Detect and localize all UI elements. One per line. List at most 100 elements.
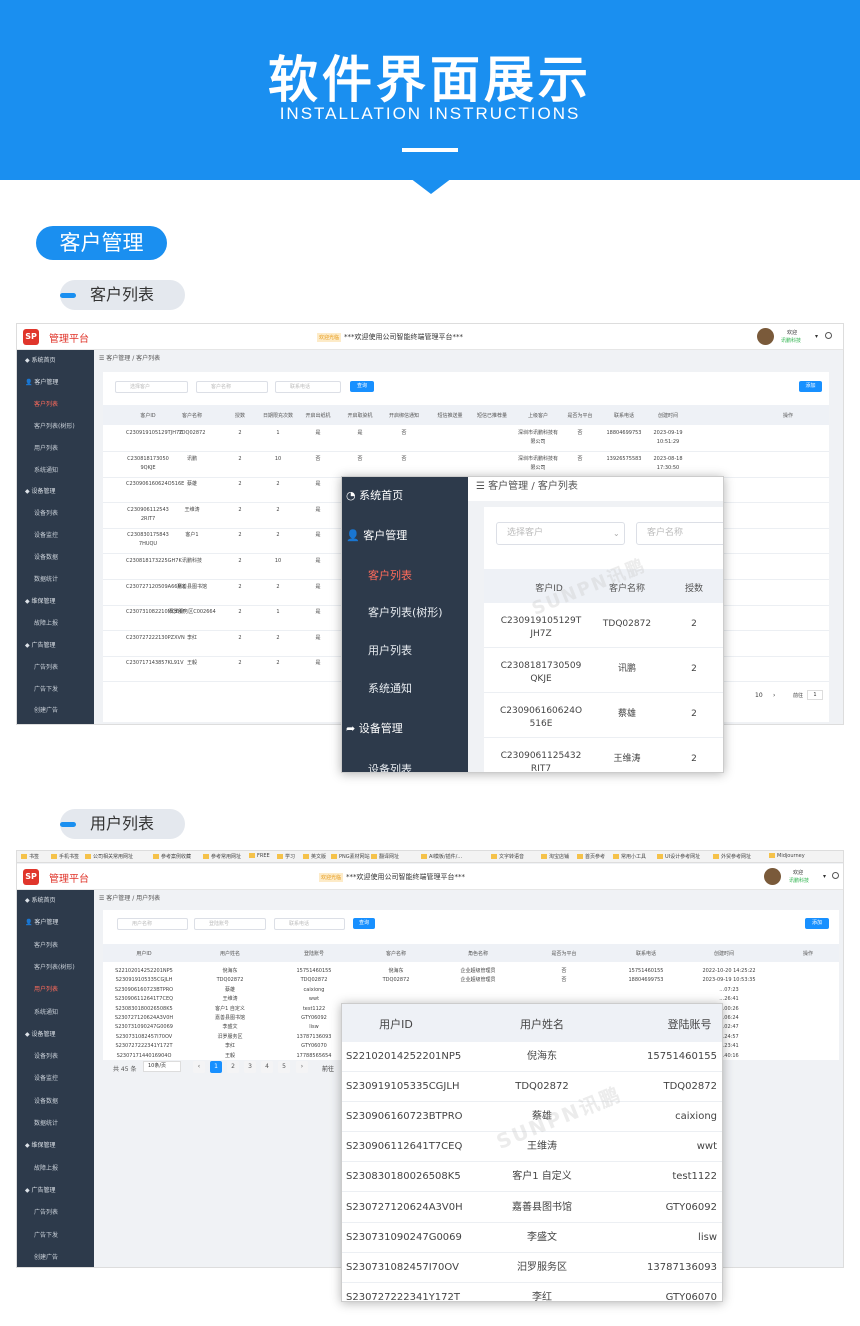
sidebar-item[interactable]: 设备数据: [17, 547, 94, 569]
popup-customer-select[interactable]: 选择客户: [496, 522, 625, 545]
page-button[interactable]: 4: [261, 1061, 273, 1073]
add-button[interactable]: 添加: [805, 918, 829, 929]
sidebar-item[interactable]: ➦ 设备管理: [342, 710, 468, 748]
customer-id: C2309061125432 RIT7: [500, 751, 582, 773]
phone-input[interactable]: 联系电话: [275, 381, 341, 393]
table-cell: 李红: [186, 634, 197, 641]
subsection-customer-list: 客户列表: [60, 280, 185, 310]
sidebar-item[interactable]: 设备监控: [17, 1068, 94, 1090]
pager-last[interactable]: 10: [755, 692, 763, 699]
sidebar-item[interactable]: 广告列表: [17, 657, 94, 679]
sidebar-item[interactable]: 故障上报: [17, 613, 94, 635]
sidebar-item[interactable]: 广告列表: [17, 1202, 94, 1224]
table-cell: GTY06092: [301, 1015, 327, 1021]
chevron-down-icon[interactable]: ▾: [823, 873, 826, 880]
bookmark-item[interactable]: 常用小工具: [613, 853, 646, 860]
sidebar-item[interactable]: 系统通知: [17, 460, 94, 482]
power-icon[interactable]: [825, 332, 832, 339]
prev-page-icon[interactable]: ‹: [193, 1061, 205, 1073]
sidebar-item[interactable]: 客户列表(树形): [17, 416, 94, 438]
login-account-input[interactable]: 登陆账号: [194, 918, 266, 930]
search-button[interactable]: 查询: [353, 918, 375, 929]
sidebar-item[interactable]: 数据统计: [17, 569, 94, 591]
page-button[interactable]: 2: [227, 1061, 239, 1073]
bookmark-item[interactable]: 首页参考: [577, 853, 605, 860]
goto-input[interactable]: 1: [807, 690, 823, 700]
bookmark-item[interactable]: 公司相关常用网址: [85, 853, 133, 860]
page-button[interactable]: 1: [210, 1061, 222, 1073]
bookmark-item[interactable]: 手机书签: [51, 853, 79, 860]
user-name-input[interactable]: 用户名称: [117, 918, 188, 930]
customer-name-input[interactable]: 客户名称: [196, 381, 268, 393]
bookmarks-bar: 书签 手机书签 公司相关常用网址 参考案例收藏 参考常用网址 FREE 学习 英文版 PNG素材…: [17, 851, 843, 863]
sidebar-item[interactable]: 用户列表: [342, 632, 468, 670]
bookmark-item[interactable]: 淘宝店铺: [541, 853, 569, 860]
bookmark-item[interactable]: FREE: [249, 853, 270, 859]
sidebar-item[interactable]: 设备列表: [17, 1046, 94, 1068]
sidebar-item[interactable]: 设备数据: [17, 1091, 94, 1113]
bookmark-item[interactable]: 外贸参考网址: [713, 853, 751, 860]
sidebar-item[interactable]: ◆ 广告管理: [17, 1180, 94, 1202]
bookmark-label: Midjourney: [777, 853, 805, 859]
bookmark-item[interactable]: PNG素材网站: [331, 853, 370, 860]
sidebar-item[interactable]: 客户列表(树形): [17, 957, 94, 979]
sidebar-item[interactable]: 系统通知: [17, 1002, 94, 1024]
sidebar-item[interactable]: ◆ 设备管理: [17, 481, 94, 503]
sidebar-item[interactable]: ◆ 设备管理: [17, 1024, 94, 1046]
sidebar-item[interactable]: 创建广告: [17, 1247, 94, 1267]
bookmark-item[interactable]: UI设计参考网址: [657, 853, 700, 860]
page-button[interactable]: 5: [278, 1061, 290, 1073]
search-button[interactable]: 查询: [350, 381, 374, 392]
avatar[interactable]: [764, 868, 781, 885]
bookmark-item[interactable]: 英文版: [303, 853, 326, 860]
sidebar-item[interactable]: ◔ 系统首页: [342, 477, 468, 515]
chevron-down-icon[interactable]: ▾: [815, 333, 818, 340]
sidebar-item[interactable]: 👤 客户管理: [342, 517, 468, 555]
sidebar-item[interactable]: 故障上报: [17, 1158, 94, 1180]
bookmark-item[interactable]: 参考案例收藏: [153, 853, 191, 860]
sidebar-item[interactable]: 用户列表: [17, 438, 94, 460]
sidebar-item[interactable]: 客户列表(树形): [342, 594, 468, 632]
page-size-select[interactable]: 10条/页: [143, 1061, 181, 1072]
sidebar-item[interactable]: ◆ 系统首页: [17, 890, 94, 912]
sidebar-item[interactable]: 广告下发: [17, 1225, 94, 1247]
bookmark-item[interactable]: 书签: [21, 853, 39, 860]
sidebar-item[interactable]: 👤 客户管理: [17, 912, 94, 934]
user-name: 李红: [532, 1291, 552, 1302]
power-icon[interactable]: [832, 872, 839, 879]
sidebar-item[interactable]: ◆ 系统首页: [17, 350, 94, 372]
sidebar-item[interactable]: 客户列表: [342, 557, 468, 595]
popup-customer-name-input[interactable]: 客户名称: [636, 522, 723, 545]
table-cell: C230818173050 9QKJE: [127, 455, 169, 471]
page-button[interactable]: 3: [244, 1061, 256, 1073]
bookmark-item[interactable]: 翻译网址: [371, 853, 399, 860]
avatar[interactable]: [757, 328, 774, 345]
bookmark-item[interactable]: AI模板/插件/…: [421, 853, 462, 860]
add-button[interactable]: 添加: [799, 381, 822, 392]
sidebar-item[interactable]: 👤 客户管理: [17, 372, 94, 394]
sidebar-item[interactable]: 设备列表: [17, 503, 94, 525]
phone-input[interactable]: 联系电话: [274, 918, 345, 930]
chevron-down-icon[interactable]: ⌄: [613, 529, 620, 538]
sidebar-item[interactable]: 数据统计: [17, 1113, 94, 1135]
sidebar-item[interactable]: 客户列表: [17, 935, 94, 957]
sidebar-item[interactable]: 设备列表: [342, 751, 468, 772]
bookmark-item[interactable]: Midjourney: [769, 853, 805, 859]
sidebar-item[interactable]: ◆ 广告管理: [17, 635, 94, 657]
bookmark-item[interactable]: 学习: [277, 853, 295, 860]
sidebar-item[interactable]: ◆ 维保管理: [17, 591, 94, 613]
sidebar-item[interactable]: 用户列表: [17, 979, 94, 1001]
next-page-icon[interactable]: ›: [773, 692, 775, 699]
table-cell: S230727222341Y172T: [115, 1043, 173, 1050]
customer-select[interactable]: 选择客户: [115, 381, 188, 393]
sidebar-item[interactable]: 设备监控: [17, 525, 94, 547]
bookmark-item[interactable]: 参考常用网址: [203, 853, 241, 860]
sidebar-item[interactable]: 系统通知: [342, 670, 468, 708]
next-page-icon[interactable]: ›: [296, 1061, 308, 1073]
sidebar-item[interactable]: 创建广告: [17, 700, 94, 722]
table-cell: 客户1: [185, 532, 199, 539]
sidebar-item[interactable]: 客户列表: [17, 394, 94, 416]
sidebar-item[interactable]: ◆ 维保管理: [17, 1135, 94, 1157]
sidebar-item[interactable]: 广告下发: [17, 679, 94, 701]
bookmark-item[interactable]: 文字转语音: [491, 853, 524, 860]
